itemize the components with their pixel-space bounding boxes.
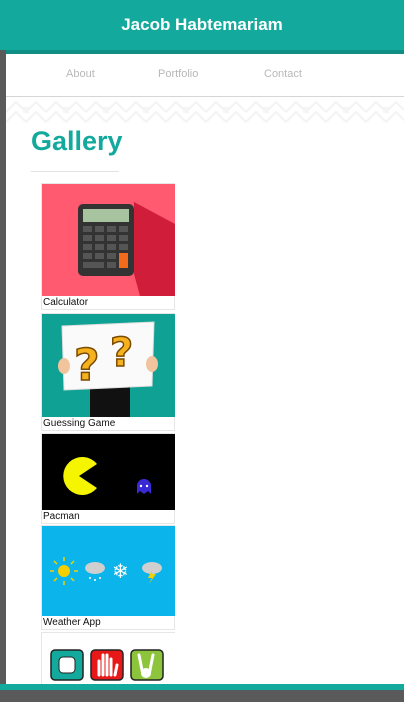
nav-contact-link[interactable]: Contact [264,68,302,80]
gallery-card-pacman[interactable]: Pacman [41,433,175,524]
card-caption: Calculator [43,297,89,308]
footer-bar [0,690,404,702]
card-caption: Pacman [43,511,80,522]
nav-about-link[interactable]: About [66,68,95,80]
guessing-game-thumbnail: ? ? [42,314,175,417]
decorative-pattern [6,97,404,127]
gallery-card-rock-paper-scissors[interactable] [41,632,175,692]
gallery-card-guessing-game[interactable]: ? ? Guessing Game [41,313,175,431]
gallery-card-calculator[interactable]: Calculator [41,183,175,310]
window-edge [0,50,6,690]
pacman-thumbnail [42,434,175,510]
svg-text:?: ? [74,340,100,391]
main-nav: About Portfolio Contact [6,54,404,97]
nav-portfolio-link[interactable]: Portfolio [158,68,198,80]
card-caption: Guessing Game [43,418,116,429]
calculator-thumbnail [42,184,175,296]
heading-divider [31,171,119,172]
site-title: Jacob Habtemariam [121,15,283,34]
gallery-card-weather-app[interactable]: ❄ Weather App [41,525,175,630]
rock-paper-scissors-thumbnail [42,633,175,691]
svg-text:?: ? [110,330,133,376]
svg-text:❄: ❄ [112,559,129,583]
site-header: Jacob Habtemariam [0,0,404,50]
card-caption: Weather App [43,617,101,628]
weather-thumbnail: ❄ [42,526,175,616]
gallery-heading: Gallery [31,126,123,156]
